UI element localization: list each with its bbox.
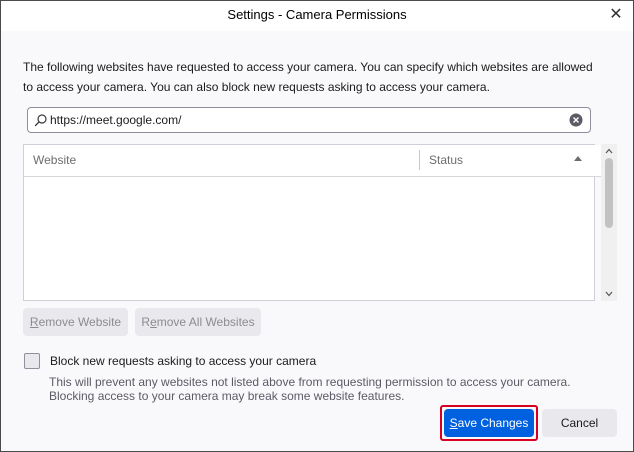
permissions-description: The following websites have requested to… [23, 60, 593, 94]
scroll-down-icon[interactable] [605, 291, 613, 297]
title-bar: Settings - Camera Permissions ✕ [1, 1, 633, 31]
column-divider[interactable] [419, 150, 420, 170]
remove-all-label: move All Websites [156, 315, 255, 329]
remove-all-accesskey: e [150, 315, 157, 329]
close-icon[interactable]: ✕ [605, 5, 627, 25]
block-requests-note: This will prevent any websites not liste… [49, 375, 571, 403]
block-requests-label[interactable]: Block new requests asking to access your… [50, 354, 316, 368]
search-input[interactable] [50, 111, 570, 129]
remove-website-button[interactable]: Remove Website [23, 308, 128, 336]
search-box[interactable] [27, 107, 591, 133]
remove-website-label: emove Website [38, 315, 122, 329]
camera-permissions-dialog: Settings - Camera Permissions ✕ The foll… [0, 0, 634, 452]
scroll-thumb[interactable] [605, 158, 613, 228]
block-requests-checkbox[interactable] [24, 353, 40, 369]
websites-table: Website Status [23, 144, 602, 301]
table-scrollbar[interactable] [601, 144, 617, 301]
save-label: ave Changes [457, 416, 529, 430]
window-title: Settings - Camera Permissions [227, 7, 407, 22]
clear-icon[interactable] [569, 113, 583, 127]
scroll-up-icon[interactable] [605, 148, 613, 154]
remove-all-websites-button[interactable]: Remove All Websites [135, 308, 261, 336]
cancel-button[interactable]: Cancel [542, 409, 617, 437]
search-icon [34, 114, 47, 127]
table-header: Website Status [24, 145, 602, 177]
sort-ascending-icon [574, 156, 582, 161]
remove-website-accesskey: R [29, 315, 39, 329]
save-changes-button[interactable]: Save Changes [444, 409, 534, 437]
column-header-status[interactable]: Status [429, 153, 463, 167]
remove-all-label-prefix: R [141, 315, 151, 329]
column-header-website[interactable]: Website [33, 153, 76, 167]
dialog-content: The following websites have requested to… [1, 31, 633, 451]
save-accesskey: S [449, 416, 458, 430]
